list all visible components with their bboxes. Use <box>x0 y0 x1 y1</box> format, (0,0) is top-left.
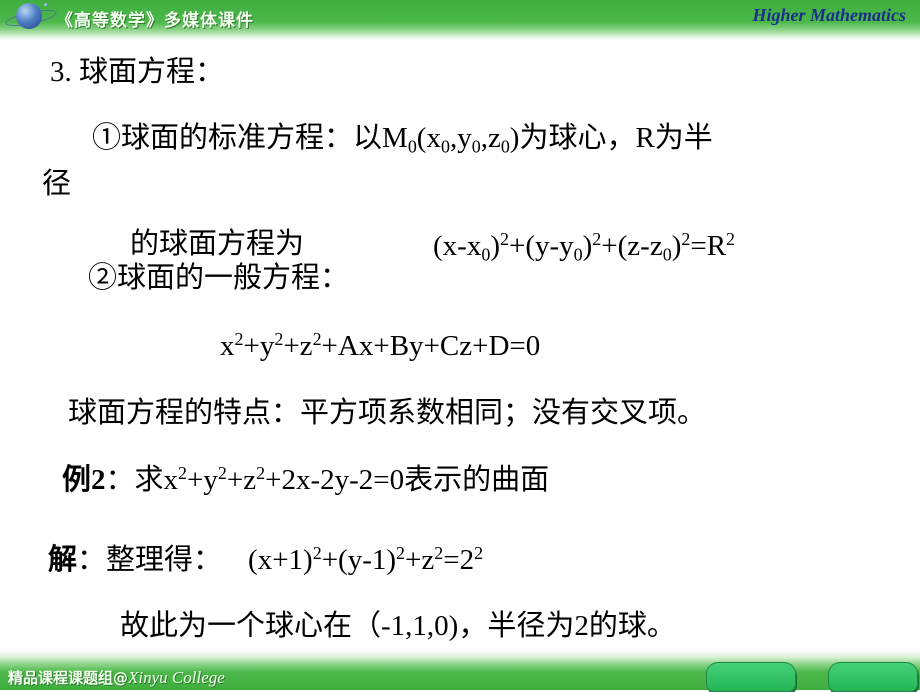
header-banner: 《高等数学》多媒体课件 Higher Mathematics <box>0 0 920 40</box>
standard-equation-intro: ①球面的标准方程：以M0(x0,y0,z0)为球心，R为半 <box>92 122 713 157</box>
solution-conclusion: 故此为一个球心在（-1,1,0)，半径为2的球。 <box>120 610 676 642</box>
solution-step: 解：整理得： (x+1)2+(y-1)2+z2=22 <box>48 543 484 576</box>
wrapped-text: 径 <box>42 168 72 200</box>
general-equation-label: ②球面的一般方程： <box>88 262 350 294</box>
general-equation-formula: x2+y2+z2+Ax+By+Cz+D=0 <box>220 329 541 362</box>
planet-logo-icon <box>16 3 42 29</box>
item-marker-1: ① <box>92 122 122 154</box>
example-question: 例2：求x2+y2+z2+2x-2y-2=0表示的曲面 <box>62 463 550 496</box>
prev-slide-button[interactable] <box>706 662 796 692</box>
section-title: 3. 球面方程： <box>50 56 225 88</box>
standard-equation-label: 的球面方程为 <box>130 228 305 260</box>
next-slide-button[interactable] <box>828 662 918 692</box>
solution-label: 解 <box>48 544 78 576</box>
brand-title: Higher Mathematics <box>752 5 906 25</box>
item-marker-2: ② <box>88 262 118 294</box>
equation-features: 球面方程的特点：平方项系数相同；没有交叉项。 <box>68 397 707 429</box>
example-label: 例2 <box>62 464 106 496</box>
course-title: 《高等数学》多媒体课件 <box>56 11 254 31</box>
standard-equation-formula: (x-x0)2+(y-y0)2+(z-z0)2=R2 <box>433 229 736 265</box>
star-icon <box>44 3 47 6</box>
course-group-credit: 精品课程课题组@Xinyu College <box>8 668 225 687</box>
